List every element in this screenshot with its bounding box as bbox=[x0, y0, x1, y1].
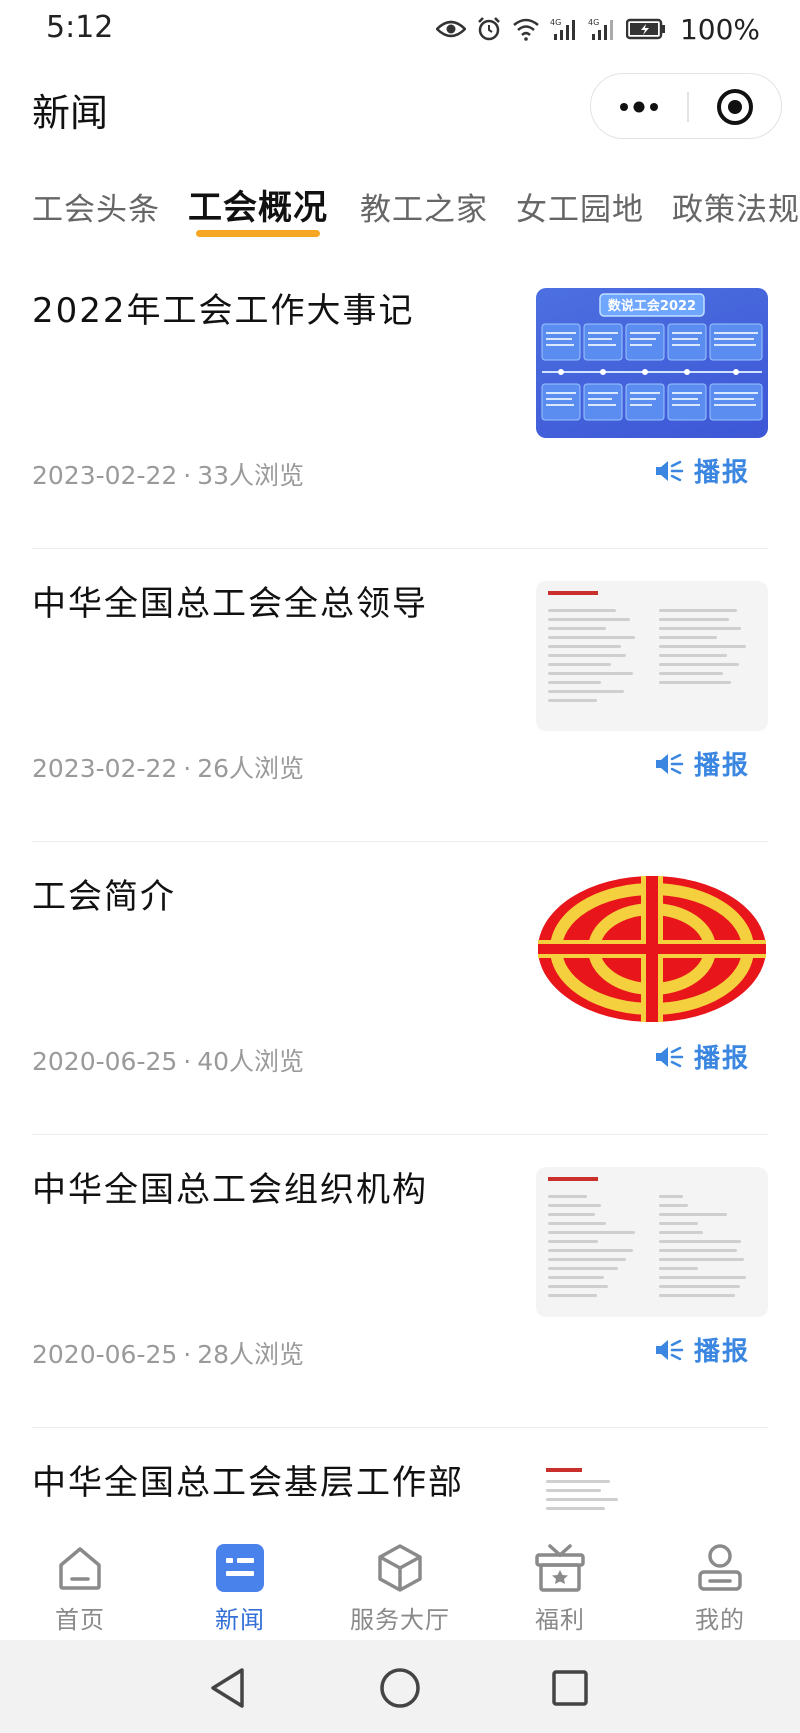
nav-service-hall-label: 服务大厅 bbox=[350, 1606, 450, 1634]
doc-columns bbox=[548, 1189, 756, 1303]
news-date: 2023-02-22 bbox=[32, 754, 178, 783]
broadcast-button[interactable]: 播报 bbox=[654, 745, 750, 782]
doc-columns bbox=[548, 603, 756, 708]
system-nav-bar bbox=[0, 1640, 800, 1733]
banner-title-text: 数说工会2022 bbox=[608, 298, 696, 314]
header: 新闻 bbox=[0, 58, 800, 154]
user-icon bbox=[694, 1542, 746, 1594]
news-thumbnail bbox=[536, 874, 768, 1024]
back-button[interactable] bbox=[204, 1664, 252, 1712]
more-dots-icon bbox=[620, 101, 658, 113]
news-title: 中华全国总工会组织机构 bbox=[32, 1170, 428, 1210]
news-date: 2020-06-25 bbox=[32, 1047, 178, 1076]
category-tabs: 工会头条 工会概况 教工之家 女工园地 政策法规 bbox=[0, 176, 800, 240]
news-item[interactable]: 中华全国总工会基层工作部 bbox=[32, 1428, 768, 1522]
news-title: 中华全国总工会全总领导 bbox=[32, 584, 428, 624]
news-views: 33人浏览 bbox=[197, 461, 305, 490]
tab-active-underline bbox=[196, 230, 320, 237]
nav-home-label: 首页 bbox=[55, 1606, 105, 1634]
home-button[interactable] bbox=[376, 1664, 424, 1712]
alarm-icon bbox=[478, 17, 500, 41]
speaker-icon bbox=[655, 1339, 684, 1360]
news-item[interactable]: 工会简介 2020-06-25 · 40人浏览 播报 bbox=[32, 842, 768, 1135]
broadcast-label: 播报 bbox=[693, 1044, 750, 1074]
tab-staff-home[interactable]: 教工之家 bbox=[360, 184, 488, 229]
news-icon bbox=[214, 1542, 266, 1594]
nav-welfare[interactable]: 福利 bbox=[480, 1522, 640, 1640]
tab-women-workers[interactable]: 女工园地 bbox=[516, 184, 644, 229]
tab-policy[interactable]: 政策法规 bbox=[672, 184, 800, 229]
speaker-icon bbox=[655, 753, 684, 774]
speaker-icon bbox=[655, 1046, 684, 1067]
signal-icon-2: 4G bbox=[588, 18, 613, 40]
union-emblem-logo bbox=[538, 876, 766, 1022]
cube-icon bbox=[374, 1542, 426, 1594]
news-date: 2020-06-25 bbox=[32, 1340, 178, 1369]
news-title: 2022年工会工作大事记 bbox=[32, 291, 415, 331]
news-thumbnail bbox=[536, 1460, 768, 1522]
tab-overview[interactable]: 工会概况 bbox=[188, 180, 328, 237]
more-button[interactable] bbox=[591, 74, 687, 140]
news-views: 28人浏览 bbox=[197, 1340, 305, 1369]
battery-percent: 100% bbox=[679, 12, 760, 46]
svg-text:4G: 4G bbox=[588, 18, 599, 27]
nav-home[interactable]: 首页 bbox=[0, 1522, 160, 1640]
battery-icon bbox=[625, 18, 665, 40]
news-date: 2023-02-22 bbox=[32, 461, 178, 490]
nav-service-hall[interactable]: 服务大厅 bbox=[320, 1522, 480, 1640]
target-close-icon bbox=[717, 89, 753, 125]
status-time: 5:12 bbox=[46, 10, 114, 45]
speaker-icon bbox=[655, 460, 684, 481]
news-thumbnail: 数说工会2022 bbox=[536, 288, 768, 438]
bottom-nav: 首页 新闻 服务大厅 福利 我的 bbox=[0, 1522, 800, 1640]
signal-icon-1: 4G bbox=[550, 18, 575, 40]
stats-banner-image: 数说工会2022 bbox=[541, 293, 763, 421]
news-views: 40人浏览 bbox=[197, 1047, 305, 1076]
news-title: 中华全国总工会基层工作部 bbox=[32, 1463, 464, 1503]
status-icons: 4G 4G 100% bbox=[435, 12, 760, 46]
home-circle-icon bbox=[380, 1668, 420, 1708]
broadcast-label: 播报 bbox=[693, 1337, 750, 1367]
eye-icon bbox=[435, 20, 466, 38]
mini-program-capsule bbox=[590, 73, 782, 139]
status-bar: 5:12 4G 4G 100% bbox=[0, 0, 800, 58]
nav-welfare-label: 福利 bbox=[535, 1606, 585, 1634]
nav-mine-label: 我的 bbox=[695, 1606, 745, 1634]
news-title: 工会简介 bbox=[32, 877, 176, 917]
nav-news-label: 新闻 bbox=[215, 1606, 265, 1634]
broadcast-button[interactable]: 播报 bbox=[654, 452, 750, 489]
wifi-icon bbox=[513, 18, 539, 41]
home-icon bbox=[54, 1542, 106, 1594]
news-item[interactable]: 中华全国总工会全总领导 2023-02-22 · 26人浏览 播报 bbox=[32, 549, 768, 842]
recents-button[interactable] bbox=[546, 1664, 594, 1712]
nav-mine[interactable]: 我的 bbox=[640, 1522, 800, 1640]
gift-icon bbox=[534, 1542, 586, 1594]
tab-headlines[interactable]: 工会头条 bbox=[32, 184, 160, 229]
page-title: 新闻 bbox=[32, 91, 109, 135]
news-meta: 2020-06-25 · 40人浏览 bbox=[32, 1047, 305, 1076]
doc-heading-bar bbox=[546, 1468, 582, 1472]
news-thumbnail bbox=[536, 1167, 768, 1317]
news-views: 26人浏览 bbox=[197, 754, 305, 783]
news-item[interactable]: 中华全国总工会组织机构 2020-06-25 · 28人浏览 播报 bbox=[32, 1135, 768, 1428]
close-button[interactable] bbox=[687, 74, 783, 140]
tab-overview-label: 工会概况 bbox=[188, 188, 328, 228]
news-meta: 2023-02-22 · 26人浏览 bbox=[32, 754, 305, 783]
nav-news[interactable]: 新闻 bbox=[160, 1522, 320, 1640]
doc-heading-bar bbox=[548, 1177, 598, 1181]
back-triangle-icon bbox=[211, 1668, 244, 1708]
news-item[interactable]: 2022年工会工作大事记 数说工会2022 2023-02-22 · 33人浏览… bbox=[32, 256, 768, 549]
svg-text:4G: 4G bbox=[550, 18, 561, 27]
news-thumbnail bbox=[536, 581, 768, 731]
news-meta: 2023-02-22 · 33人浏览 bbox=[32, 461, 305, 490]
doc-heading-bar bbox=[548, 591, 598, 595]
broadcast-button[interactable]: 播报 bbox=[654, 1331, 750, 1368]
news-meta: 2020-06-25 · 28人浏览 bbox=[32, 1340, 305, 1369]
broadcast-label: 播报 bbox=[693, 751, 750, 781]
recents-square-icon bbox=[552, 1670, 588, 1706]
broadcast-button[interactable]: 播报 bbox=[654, 1038, 750, 1075]
broadcast-label: 播报 bbox=[693, 458, 750, 488]
